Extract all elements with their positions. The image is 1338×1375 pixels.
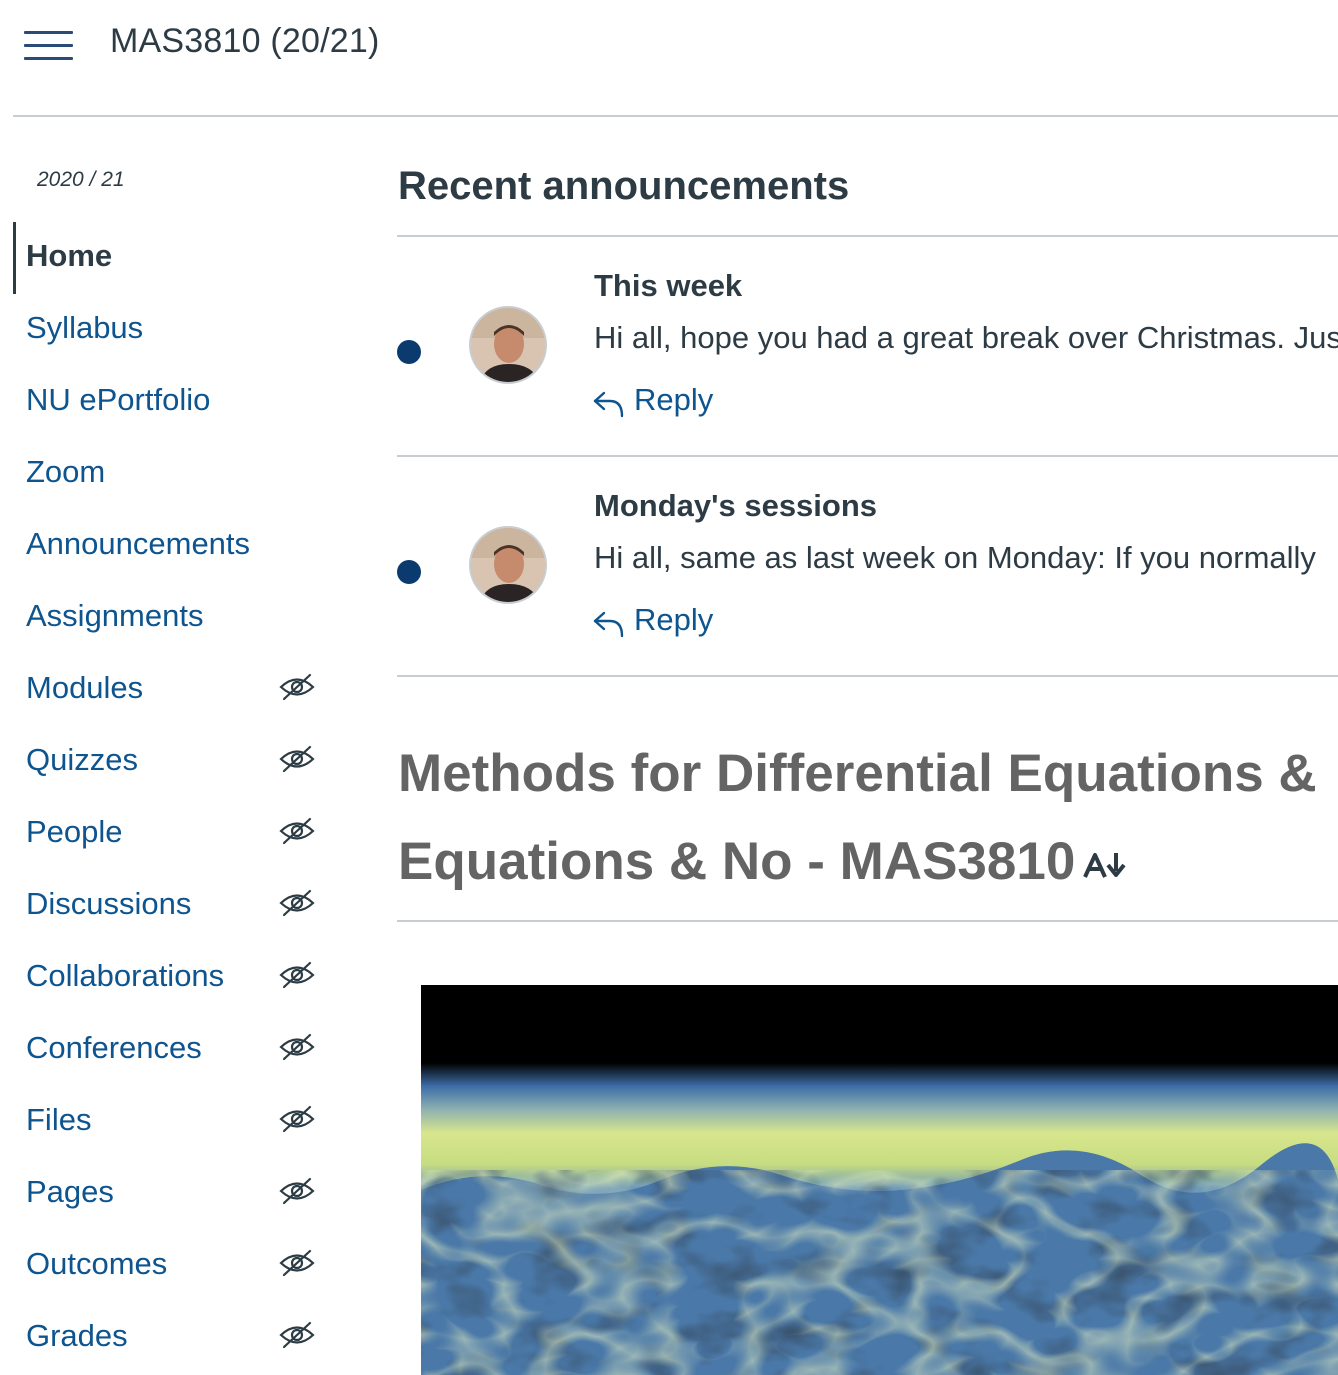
hidden-from-students-icon	[278, 1104, 316, 1134]
sidebar-item-label[interactable]: Pages	[26, 1174, 114, 1210]
sidebar-item-label[interactable]: People	[26, 814, 123, 850]
sidebar-item-label[interactable]: Conferences	[26, 1030, 202, 1066]
reply-label: Reply	[634, 382, 714, 417]
course-heading-line1: Methods for Differential Equations &	[398, 744, 1317, 803]
course-heading: Methods for Differential Equations & Equ…	[398, 730, 1338, 906]
announcement-title[interactable]: Monday's sessions	[594, 488, 877, 524]
canvas-course-home: MAS3810 (20/21) 2020 / 21 Home Syllabus NU…	[0, 0, 1338, 1375]
hamburger-menu-icon[interactable]	[24, 28, 74, 64]
hidden-from-students-icon	[278, 1176, 316, 1206]
course-banner-image	[421, 985, 1338, 1375]
sidebar-item-syllabus[interactable]: Syllabus	[0, 294, 340, 366]
divider	[397, 675, 1338, 677]
course-heading-line2-wrap: Equations & No - MAS3810	[398, 818, 1338, 906]
header-divider	[13, 115, 1338, 117]
sidebar-item-quizzes[interactable]: Quizzes	[0, 726, 340, 798]
sidebar-item-label[interactable]: Syllabus	[26, 310, 143, 346]
sidebar-item-assignments[interactable]: Assignments	[0, 582, 340, 654]
hidden-from-students-icon	[278, 1248, 316, 1278]
announcement-preview: Hi all, same as last week on Monday: If …	[594, 540, 1316, 575]
avatar[interactable]	[469, 306, 547, 384]
avatar[interactable]	[469, 526, 547, 604]
sidebar-item-label[interactable]: Collaborations	[26, 958, 224, 994]
reply-icon	[593, 391, 624, 418]
announcement-item: This week Hi all, hope you had a great b…	[397, 236, 1338, 436]
sidebar-item-zoom[interactable]: Zoom	[0, 438, 340, 510]
sidebar-item-modules[interactable]: Modules	[0, 654, 340, 726]
announcement-title[interactable]: This week	[594, 268, 742, 304]
term-label: 2020 / 21	[37, 168, 125, 191]
course-navigation: Home Syllabus NU ePortfolio Zoom Announcemen…	[0, 222, 340, 1374]
hidden-from-students-icon	[278, 1032, 316, 1062]
sidebar-item-grades[interactable]: Grades	[0, 1302, 340, 1374]
recent-announcements-heading: Recent announcements	[398, 164, 850, 208]
sidebar-item-label[interactable]: Zoom	[26, 454, 105, 490]
sidebar-item-pages[interactable]: Pages	[0, 1158, 340, 1230]
sidebar-item-label[interactable]: Files	[26, 1102, 91, 1138]
course-title[interactable]: MAS3810 (20/21)	[110, 22, 380, 61]
hidden-from-students-icon	[278, 888, 316, 918]
sidebar-item-label[interactable]: Assignments	[26, 598, 203, 634]
sidebar-item-collaborations[interactable]: Collaborations	[0, 942, 340, 1014]
sidebar-item-announcements[interactable]: Announcements	[0, 510, 340, 582]
hidden-from-students-icon	[278, 744, 316, 774]
unread-indicator-icon	[397, 560, 421, 584]
hidden-from-students-icon	[278, 816, 316, 846]
sidebar-item-label[interactable]: Quizzes	[26, 742, 138, 778]
announcement-item: Monday's sessions Hi all, same as last w…	[397, 456, 1338, 656]
hidden-from-students-icon	[278, 960, 316, 990]
accessibility-icon[interactable]	[1083, 849, 1129, 881]
unread-indicator-icon	[397, 340, 421, 364]
sidebar-item-label[interactable]: Home	[26, 238, 112, 274]
sidebar-item-home[interactable]: Home	[0, 222, 340, 294]
sidebar-item-files[interactable]: Files	[0, 1086, 340, 1158]
sidebar-item-people[interactable]: People	[0, 798, 340, 870]
sidebar-item-label[interactable]: Outcomes	[26, 1246, 167, 1282]
sidebar-item-label[interactable]: Grades	[26, 1318, 128, 1354]
sidebar-item-nu-eportfolio[interactable]: NU ePortfolio	[0, 366, 340, 438]
reply-icon	[593, 611, 624, 638]
sidebar-item-conferences[interactable]: Conferences	[0, 1014, 340, 1086]
course-header: MAS3810 (20/21)	[0, 0, 1338, 117]
divider	[397, 920, 1338, 922]
sidebar-item-discussions[interactable]: Discussions	[0, 870, 340, 942]
hidden-from-students-icon	[278, 1320, 316, 1350]
sidebar-item-label[interactable]: Announcements	[26, 526, 250, 562]
sidebar-item-label[interactable]: NU ePortfolio	[26, 382, 210, 418]
announcement-preview: Hi all, hope you had a great break over …	[594, 320, 1338, 355]
reply-label: Reply	[634, 602, 714, 637]
hidden-from-students-icon	[278, 672, 316, 702]
course-heading-line2: Equations & No - MAS3810	[398, 832, 1076, 891]
sidebar-item-label[interactable]: Modules	[26, 670, 143, 706]
sidebar-item-outcomes[interactable]: Outcomes	[0, 1230, 340, 1302]
sidebar-item-label[interactable]: Discussions	[26, 886, 191, 922]
